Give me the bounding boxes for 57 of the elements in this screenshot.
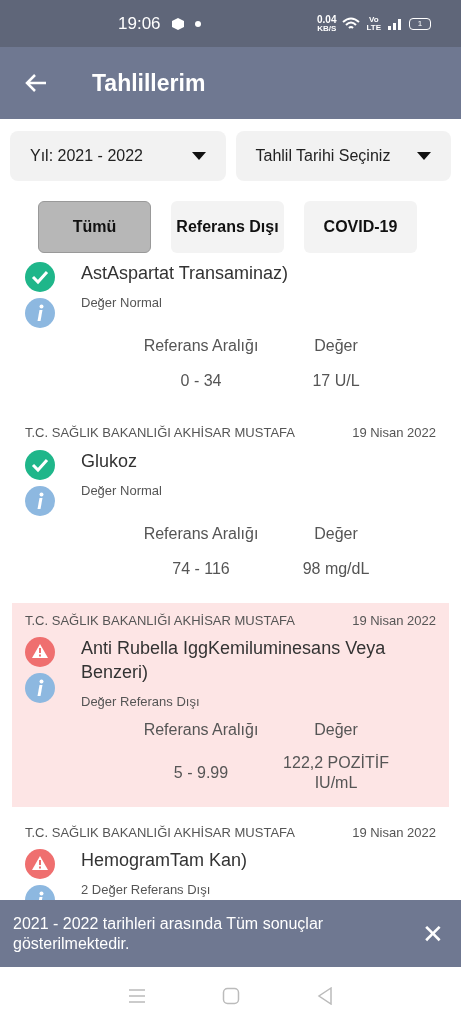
info-icon[interactable] bbox=[25, 485, 55, 516]
reference-range: 74 - 116 bbox=[171, 558, 231, 579]
lte-label: LTE bbox=[366, 23, 381, 32]
reference-range: 0 - 34 bbox=[179, 371, 223, 391]
snackbar-message: 2021 - 2022 tarihleri arasında Tüm sonuçlar gösterilmektedir. bbox=[13, 913, 325, 954]
test-name: AstAspartat Transaminaz) bbox=[81, 262, 290, 285]
reference-range: 5 - 9.99 bbox=[172, 762, 230, 783]
test-name: HemogramTam Kan) bbox=[81, 849, 249, 872]
column-label: Değer bbox=[313, 523, 359, 544]
close-button[interactable]: ✕ bbox=[422, 920, 444, 947]
cube-icon bbox=[170, 16, 185, 31]
result-value: 17 U/L bbox=[311, 371, 361, 391]
result-note: Değer Normal bbox=[81, 294, 163, 312]
result-date: 19 Nisan 2022 bbox=[352, 823, 436, 842]
hospital-name: T.C. SAĞLIK BAKANLIĞI AKHİSAR MUSTAFA bbox=[25, 823, 295, 842]
warning-icon bbox=[25, 849, 55, 879]
result-note: 2 Değer Referans Dışı bbox=[81, 881, 212, 899]
column-label: Değer bbox=[313, 719, 359, 740]
caret-icon bbox=[191, 152, 206, 160]
column-label: Değer bbox=[313, 336, 359, 356]
signal-icon bbox=[387, 17, 403, 30]
status-time: 19:06 bbox=[118, 12, 161, 35]
test-name: Anti Rubella IggKemiluminesans Veya Benzeri) bbox=[81, 637, 387, 684]
net-unit: KB/S bbox=[317, 24, 337, 33]
checkmark-icon bbox=[25, 449, 55, 480]
menu-icon[interactable] bbox=[128, 987, 147, 1004]
battery-icon: 1 bbox=[409, 17, 431, 30]
caret-icon bbox=[417, 152, 431, 160]
dropdown[interactable]: Yıl: 2021 - 2022 bbox=[10, 131, 226, 181]
page-title: Tahlillerim bbox=[92, 68, 206, 98]
column-label: Referans Aralığı bbox=[142, 719, 260, 740]
warning-icon bbox=[25, 637, 55, 667]
back-icon[interactable] bbox=[316, 986, 333, 1005]
result-date: 19 Nisan 2022 bbox=[352, 424, 436, 442]
dropdown[interactable]: Tahlil Tarihi Seçiniz bbox=[235, 131, 451, 181]
result-date: 19 Nisan 2022 bbox=[352, 611, 436, 630]
hospital-name: T.C. SAĞLIK BAKANLIĞI AKHİSAR MUSTAFA bbox=[25, 424, 295, 442]
net-speed: 0.04 bbox=[317, 14, 337, 25]
info-icon[interactable] bbox=[25, 673, 55, 703]
back-arrow-icon[interactable] bbox=[24, 73, 48, 93]
result-value: 122,2 POZİTİF IU/mL bbox=[282, 752, 390, 793]
test-name: Glukoz bbox=[81, 449, 139, 473]
info-icon[interactable] bbox=[25, 298, 55, 328]
result-value: 98 mg/dL bbox=[301, 558, 371, 579]
filter-tab[interactable]: COVID-19 bbox=[304, 201, 417, 253]
filter-tab[interactable]: Tümü bbox=[38, 201, 151, 253]
volte-label: Vo bbox=[368, 15, 379, 24]
column-label: Referans Aralığı bbox=[142, 336, 260, 356]
result-note: Değer Normal bbox=[81, 481, 163, 500]
result-note: Değer Referans Dışı bbox=[81, 693, 201, 711]
home-icon[interactable] bbox=[222, 986, 241, 1005]
dot-icon bbox=[194, 20, 201, 27]
filter-tab[interactable]: Referans Dışı bbox=[171, 201, 284, 253]
checkmark-icon bbox=[25, 262, 55, 292]
column-label: Referans Aralığı bbox=[142, 523, 260, 544]
wifi-icon bbox=[342, 16, 361, 31]
hospital-name: T.C. SAĞLIK BAKANLIĞI AKHİSAR MUSTAFA bbox=[25, 611, 295, 630]
